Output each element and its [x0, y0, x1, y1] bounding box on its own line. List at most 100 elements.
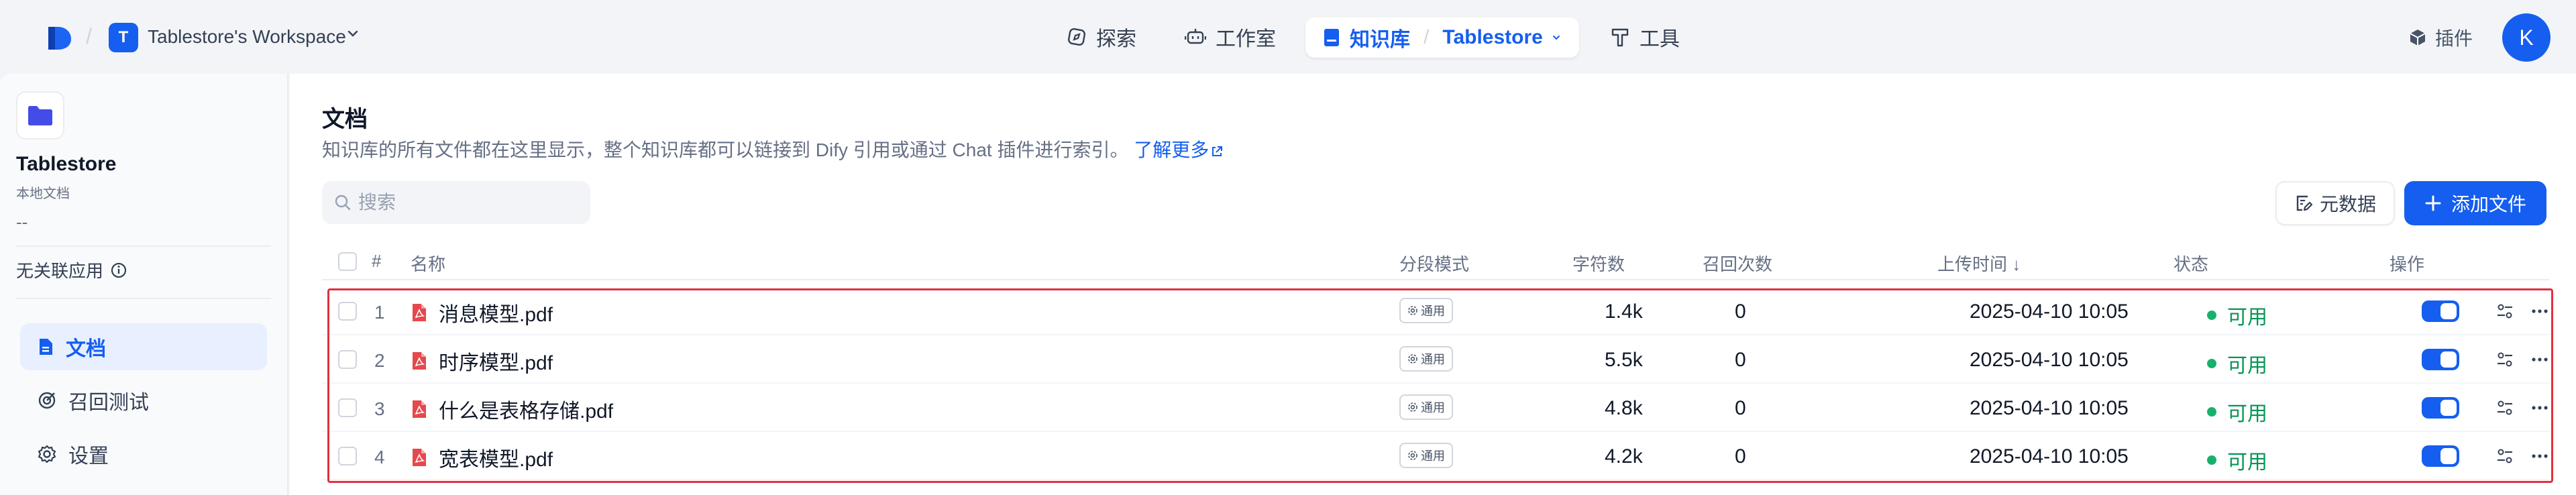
row-checkbox[interactable] — [338, 447, 357, 465]
pdf-file-icon — [413, 400, 426, 418]
status-dot — [2207, 359, 2216, 368]
status-dot — [2207, 311, 2216, 320]
row-index: 4 — [374, 447, 385, 468]
status-badge: 可用 — [2207, 349, 2267, 378]
metadata-button-label: 元数据 — [2319, 194, 2376, 215]
status-label: 可用 — [2227, 403, 2267, 425]
status-dot — [2207, 455, 2216, 465]
user-avatar[interactable]: K — [2502, 13, 2551, 62]
chevron-down-icon[interactable] — [346, 27, 360, 40]
hit-count: 0 — [1735, 397, 1746, 419]
settings-sliders-icon[interactable] — [2496, 447, 2514, 465]
sidebar-item-label: 设置 — [68, 445, 109, 468]
upload-time: 2025-04-10 10:05 — [1970, 349, 2129, 371]
sidebar-item-documents[interactable]: 文档 — [20, 323, 267, 370]
table-row[interactable]: 1 消息模型.pdf 通用 1.4k 0 2025-04-10 10:05 可用 — [322, 287, 2549, 335]
row-checkbox[interactable] — [338, 398, 357, 417]
char-count: 5.5k — [1605, 349, 1643, 371]
divider — [322, 279, 2549, 280]
chunk-mode-badge: 通用 — [1399, 394, 1453, 420]
nav-tools[interactable]: 工具 — [1610, 20, 1680, 54]
status-dot — [2207, 407, 2216, 417]
more-icon[interactable] — [2530, 447, 2549, 465]
column-header-status: 状态 — [2174, 254, 2209, 274]
nav-studio[interactable]: 工作室 — [1185, 20, 1276, 54]
plugins-label: 插件 — [2435, 28, 2473, 49]
file-name[interactable]: 什么是表格存储.pdf — [411, 394, 613, 424]
file-name[interactable]: 消息模型.pdf — [411, 298, 553, 327]
char-count: 1.4k — [1605, 300, 1643, 323]
row-checkbox[interactable] — [338, 302, 357, 321]
metadata-button[interactable]: 元数据 — [2275, 181, 2395, 225]
top-bar: / T Tablestore's Workspace 探索 工作室 知识库 / … — [0, 0, 2576, 74]
workspace-name[interactable]: Tablestore's Workspace — [148, 26, 346, 48]
search-input[interactable] — [358, 192, 580, 213]
sidebar-item-retrieval-test[interactable]: 召回测试 — [20, 377, 267, 424]
status-badge: 可用 — [2207, 300, 2267, 330]
column-header-name: 名称 — [411, 254, 446, 274]
file-name[interactable]: 时序模型.pdf — [411, 346, 553, 376]
table-row[interactable]: 2 时序模型.pdf 通用 5.5k 0 2025-04-10 10:05 可用 — [322, 335, 2549, 384]
nav-studio-label: 工作室 — [1216, 28, 1276, 50]
learn-more-link[interactable]: 了解更多 — [1134, 140, 1224, 160]
app-logo-icon[interactable] — [46, 24, 74, 51]
file-name-label: 宽表模型.pdf — [439, 449, 553, 471]
hit-count: 0 — [1735, 445, 1746, 468]
status-badge: 可用 — [2207, 397, 2267, 427]
status-badge: 可用 — [2207, 445, 2267, 475]
search-box[interactable] — [322, 181, 590, 224]
info-icon[interactable] — [110, 262, 127, 279]
select-all-checkbox[interactable] — [338, 252, 357, 271]
breadcrumb-separator: / — [86, 24, 92, 48]
status-label: 可用 — [2227, 307, 2267, 329]
table-row[interactable]: 4 宽表模型.pdf 通用 4.2k 0 2025-04-10 10:05 可用 — [322, 432, 2549, 480]
nav-knowledge[interactable]: 知识库 / Tablestore — [1305, 17, 1579, 58]
external-link-icon — [1212, 146, 1223, 156]
settings-sliders-icon[interactable] — [2496, 398, 2514, 417]
char-count: 4.2k — [1605, 445, 1643, 468]
sidebar-item-settings[interactable]: 设置 — [20, 431, 267, 478]
upload-time: 2025-04-10 10:05 — [1970, 445, 2129, 468]
column-header-mode: 分段模式 — [1399, 254, 1470, 274]
chunk-mode-badge: 通用 — [1399, 346, 1453, 372]
dataset-icon — [16, 91, 64, 140]
plugins-button[interactable]: 插件 — [2408, 24, 2473, 51]
target-icon — [38, 392, 56, 409]
enable-toggle[interactable] — [2422, 300, 2459, 322]
nav-knowledge-label: 知识库 — [1350, 29, 1410, 51]
settings-sliders-icon[interactable] — [2496, 302, 2514, 321]
page-description-text: 知识库的所有文件都在这里显示，整个知识库都可以链接到 Dify 引用或通过 Ch… — [322, 140, 1129, 160]
add-file-button[interactable]: 添加文件 — [2404, 181, 2546, 225]
hammer-icon — [1611, 28, 1629, 47]
nav-divider: / — [1424, 26, 1430, 48]
chunk-mode-label: 通用 — [1421, 353, 1445, 366]
enable-toggle[interactable] — [2422, 445, 2459, 467]
gear-icon — [38, 445, 56, 463]
column-header-uploaded[interactable]: 上传时间 ↓ — [1937, 251, 2021, 276]
more-icon[interactable] — [2530, 350, 2549, 369]
upload-time: 2025-04-10 10:05 — [1970, 397, 2129, 419]
settings-sliders-icon[interactable] — [2496, 350, 2514, 369]
dataset-title: Tablestore — [16, 153, 117, 175]
column-header-actions: 操作 — [2390, 254, 2425, 274]
more-icon[interactable] — [2530, 302, 2549, 321]
folder-icon — [28, 106, 52, 125]
file-name[interactable]: 宽表模型.pdf — [411, 443, 553, 472]
row-checkbox[interactable] — [338, 350, 357, 369]
gear-icon — [1408, 354, 1417, 364]
nav-explore[interactable]: 探索 — [1067, 20, 1136, 54]
enable-toggle[interactable] — [2422, 349, 2459, 370]
gear-icon — [1408, 306, 1417, 315]
more-icon[interactable] — [2530, 398, 2549, 417]
sidebar-item-label: 文档 — [66, 338, 106, 360]
pdf-file-icon — [413, 449, 426, 466]
enable-toggle[interactable] — [2422, 397, 2459, 419]
row-index: 2 — [374, 350, 385, 371]
nav-dataset-name[interactable]: Tablestore — [1442, 26, 1543, 49]
table-row[interactable]: 3 什么是表格存储.pdf 通用 4.8k 0 2025-04-10 10:05… — [322, 384, 2549, 432]
chevron-down-icon[interactable] — [1551, 32, 1562, 43]
column-header-hits: 召回次数 — [1703, 254, 1773, 274]
workspace-avatar[interactable]: T — [109, 23, 138, 52]
file-name-label: 什么是表格存储.pdf — [439, 400, 614, 423]
dataset-description: -- — [16, 212, 28, 232]
